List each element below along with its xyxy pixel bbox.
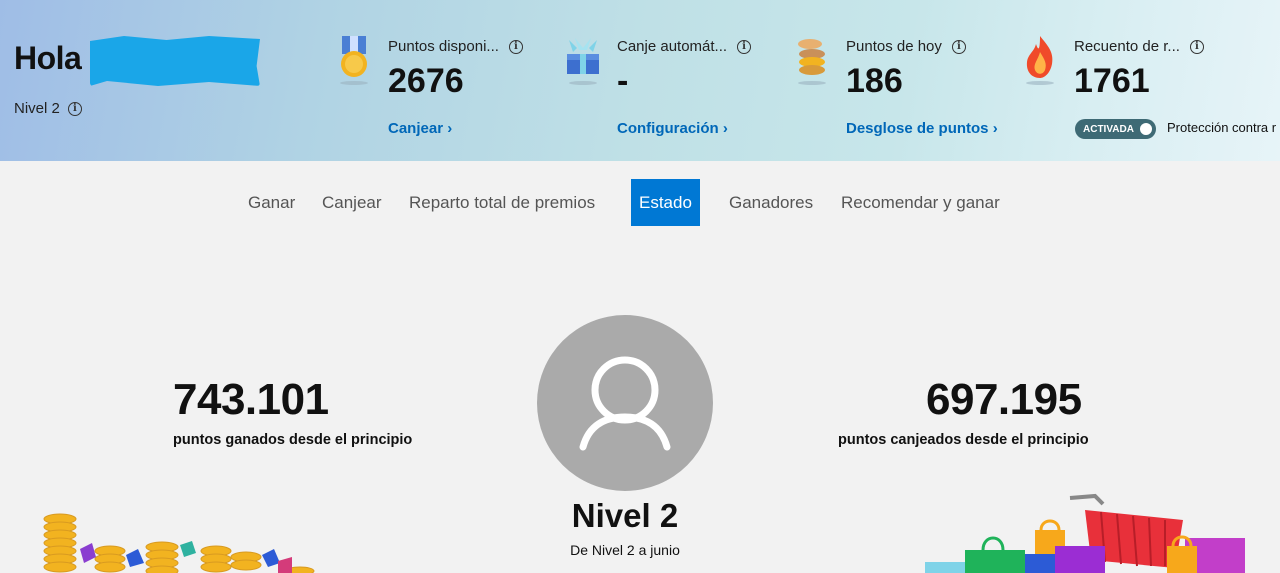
greeting-title: Hola [14,40,82,76]
rewards-header: Hola Nivel 2 i Puntos disponi... i 2676 … [0,0,1280,161]
gift-box-icon [567,38,599,85]
medal-icon [340,36,368,85]
stat-label-text: Puntos de hoy [846,38,942,55]
shopping-illustration [925,493,1245,573]
stat-value: 2676 [388,62,464,100]
user-level: Nivel 2 i [14,100,82,117]
stat-label-text: Canje automát... [617,38,728,55]
today-points-card: Puntos de hoy i 186 Desglose de puntos › [790,34,1000,144]
stat-label-text: Puntos disponi... [388,38,499,55]
tab-recomendar[interactable]: Recomendar y ganar [833,179,1008,226]
stat-label: Canje automát... i [617,38,752,55]
avatar [537,315,713,491]
info-icon[interactable]: i [951,39,966,54]
toggle-state-label: ACTIVADA [1083,123,1134,135]
stat-value: - [617,62,629,100]
info-icon[interactable]: i [1189,39,1204,54]
stat-label: Puntos de hoy i [846,38,966,55]
redeem-link-text[interactable]: Canjear [388,120,443,137]
tab-ganar[interactable]: Ganar [240,179,303,226]
info-icon[interactable]: i [67,101,82,116]
tab-ganadores[interactable]: Ganadores [721,179,821,226]
points-earned-label: puntos ganados desde el principio [173,432,413,448]
streak-protection-toggle[interactable]: ACTIVADA [1075,119,1156,139]
tab-reparto[interactable]: Reparto total de premios [401,179,603,226]
info-icon[interactable]: i [508,39,523,54]
points-redeemed-label: puntos canjeados desde el principio [838,432,1089,448]
settings-link[interactable]: Configuración › [617,120,728,137]
tab-canjear[interactable]: Canjear [314,179,390,226]
stat-label: Puntos disponi... i [388,38,523,55]
info-icon[interactable]: i [737,39,752,54]
points-breakdown-link[interactable]: Desglose de puntos › [846,120,998,137]
chevron-right-icon: › [447,120,453,137]
stat-value: 1761 [1074,62,1150,100]
stat-label: Recuento de r... i [1074,38,1204,55]
settings-link-text[interactable]: Configuración [617,120,719,137]
auto-redeem-card: Canje automát... i - Configuración › [561,34,771,144]
chevron-right-icon: › [722,120,728,137]
redacted-user-name [90,36,260,86]
tab-estado[interactable]: Estado [631,179,700,226]
toggle-knob [1140,123,1152,135]
flame-icon [1026,36,1054,85]
stat-label-text: Recuento de r... [1074,38,1180,55]
chevron-right-icon: › [992,120,998,137]
user-icon [579,356,671,451]
coin-stack-icon [798,39,826,85]
redeem-link[interactable]: Canjear › [388,120,452,137]
points-earned-value: 743.101 [173,375,329,424]
points-breakdown-link-text[interactable]: Desglose de puntos [846,120,989,137]
tab-bar: Ganar Canjear Reparto total de premios E… [0,179,1280,226]
streak-card: Recuento de r... i 1761 ACTIVADA Protecc… [1018,34,1276,144]
stat-value: 186 [846,62,903,100]
coins-illustration [43,513,315,573]
points-redeemed-value: 697.195 [926,375,1082,424]
level-label: Nivel 2 [14,100,60,117]
streak-protection-label: Protección contra r [1167,120,1277,135]
available-points-card: Puntos disponi... i 2676 Canjear › [332,34,542,144]
